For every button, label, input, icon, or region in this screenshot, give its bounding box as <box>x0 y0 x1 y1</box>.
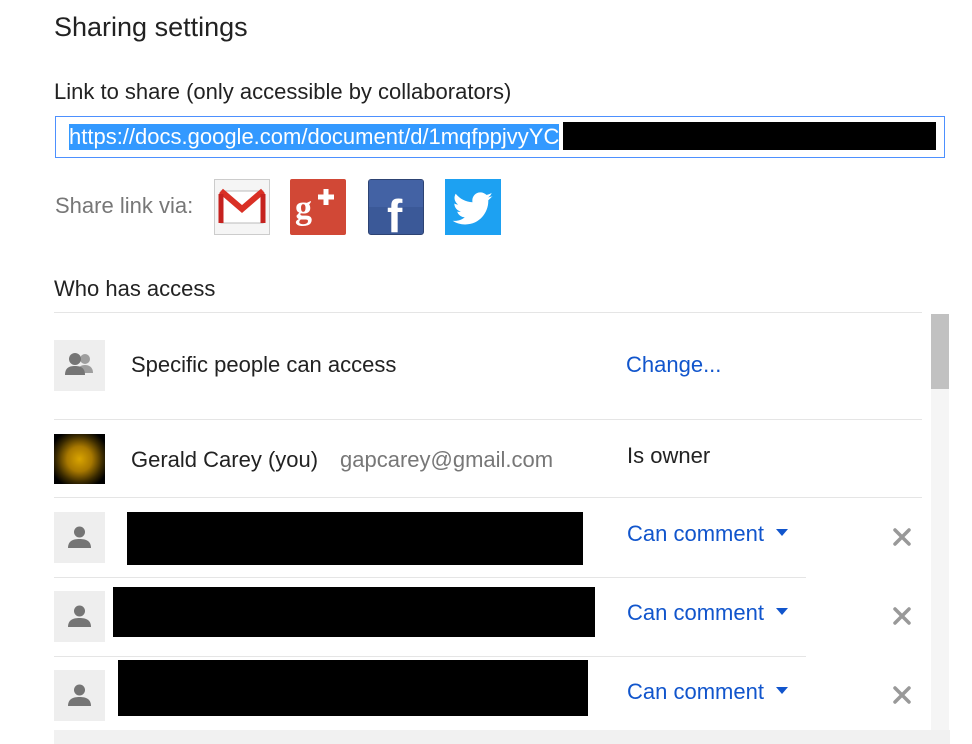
role-dropdown-label: Can comment <box>627 600 764 625</box>
collaborator-email: gapcarey@gmail.com <box>340 447 554 472</box>
svg-text:g: g <box>295 190 312 227</box>
role-dropdown[interactable]: Can comment <box>627 600 788 626</box>
chevron-down-icon <box>775 686 788 694</box>
access-level-label: Specific people can access <box>131 352 397 377</box>
remove-collaborator-button[interactable] <box>890 525 914 549</box>
link-label: Link to share (only accessible by collab… <box>54 79 512 104</box>
scrollbar-thumb[interactable] <box>931 314 949 389</box>
owner-role-label: Is owner <box>627 443 711 468</box>
share-link-input[interactable]: https://docs.google.com/document/d/1mqfp… <box>55 116 945 158</box>
share-via-label: Share link via: <box>55 193 194 218</box>
redacted-collaborator <box>127 512 583 565</box>
dialog-title: Sharing settings <box>54 12 248 42</box>
role-dropdown-label: Can comment <box>627 679 764 704</box>
facebook-icon[interactable]: f <box>368 179 424 242</box>
person-icon <box>54 670 105 721</box>
people-icon <box>54 340 105 391</box>
chevron-down-icon <box>775 607 788 615</box>
divider <box>54 312 922 313</box>
google-plus-icon[interactable]: g <box>290 179 346 235</box>
role-dropdown[interactable]: Can comment <box>627 679 788 705</box>
add-people-area <box>54 730 950 744</box>
svg-text:f: f <box>387 190 403 234</box>
remove-collaborator-button[interactable] <box>890 604 914 628</box>
divider <box>54 577 806 578</box>
gmail-icon[interactable] <box>214 179 270 235</box>
owner-avatar <box>54 434 105 484</box>
role-dropdown[interactable]: Can comment <box>627 521 788 547</box>
chevron-down-icon <box>775 528 788 536</box>
divider <box>54 656 806 657</box>
share-link-text: https://docs.google.com/document/d/1mqfp… <box>69 124 560 150</box>
redacted-collaborator <box>113 587 595 637</box>
redacted-link-part <box>563 122 936 150</box>
redacted-collaborator <box>118 660 588 716</box>
twitter-icon[interactable] <box>445 179 501 235</box>
person-icon <box>54 591 105 642</box>
remove-collaborator-button[interactable] <box>890 683 914 707</box>
role-dropdown-label: Can comment <box>627 521 764 546</box>
divider <box>54 419 922 420</box>
collaborator-name: Gerald Carey (you) <box>131 447 319 472</box>
who-has-access-heading: Who has access <box>54 276 216 301</box>
divider <box>54 497 922 498</box>
change-access-link[interactable]: Change... <box>626 352 721 378</box>
person-icon <box>54 512 105 563</box>
